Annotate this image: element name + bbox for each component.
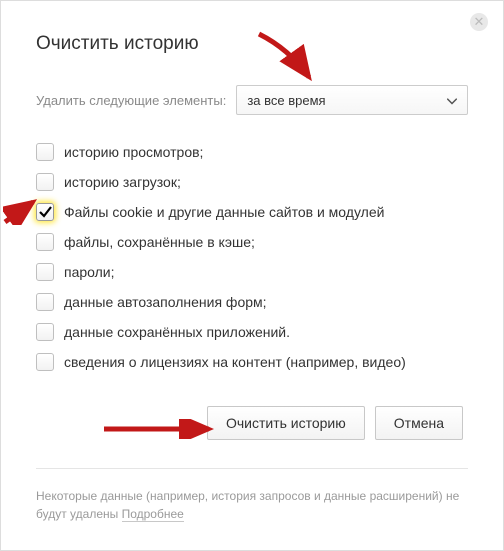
checkbox[interactable] — [36, 323, 54, 341]
checkbox[interactable] — [36, 293, 54, 311]
option-label: историю загрузок; — [64, 174, 181, 190]
clear-history-dialog: ✕ Очистить историю Удалить следующие эле… — [1, 1, 503, 543]
option-row[interactable]: данные автозаполнения форм; — [36, 293, 468, 311]
option-label: сведения о лицензиях на контент (наприме… — [64, 354, 406, 370]
option-row[interactable]: Файлы cookie и другие данные сайтов и мо… — [36, 203, 468, 221]
option-row[interactable]: данные сохранённых приложений. — [36, 323, 468, 341]
option-row[interactable]: сведения о лицензиях на контент (наприме… — [36, 353, 468, 371]
dialog-title: Очистить историю — [36, 33, 468, 55]
option-label: данные сохранённых приложений. — [64, 324, 290, 340]
option-row[interactable]: историю загрузок; — [36, 173, 468, 191]
time-range-label: Удалить следующие элементы: — [36, 93, 226, 108]
footer-note: Некоторые данные (например, история запр… — [36, 468, 468, 523]
time-range-value: за все время — [247, 93, 325, 108]
option-row[interactable]: историю просмотров; — [36, 143, 468, 161]
close-button[interactable]: ✕ — [470, 13, 488, 31]
checkbox[interactable] — [36, 263, 54, 281]
footer-more-link[interactable]: Подробнее — [122, 507, 184, 522]
checkbox[interactable] — [36, 353, 54, 371]
button-row: Очистить историю Отмена — [36, 406, 468, 440]
checkbox[interactable] — [36, 173, 54, 191]
option-label: данные автозаполнения форм; — [64, 294, 267, 310]
clear-history-button[interactable]: Очистить историю — [207, 406, 365, 440]
cancel-button-label: Отмена — [394, 415, 444, 431]
option-row[interactable]: пароли; — [36, 263, 468, 281]
option-label: историю просмотров; — [64, 144, 203, 160]
options-list: историю просмотров; историю загрузок; Файл… — [36, 143, 468, 371]
time-range-select[interactable]: за все время — [236, 85, 468, 115]
cancel-button[interactable]: Отмена — [375, 406, 463, 440]
option-label: пароли; — [64, 264, 115, 280]
checkbox[interactable] — [36, 143, 54, 161]
option-row[interactable]: файлы, сохранённые в кэше; — [36, 233, 468, 251]
chevron-down-icon — [447, 93, 457, 108]
option-label: Файлы cookie и другие данные сайтов и мо… — [64, 204, 384, 220]
time-range-row: Удалить следующие элементы: за все время — [36, 85, 468, 115]
footer-text: Некоторые данные (например, история запр… — [36, 489, 459, 521]
close-icon: ✕ — [474, 14, 485, 29]
checkbox[interactable] — [36, 203, 54, 221]
check-icon — [38, 205, 52, 219]
checkbox[interactable] — [36, 233, 54, 251]
clear-history-button-label: Очистить историю — [226, 415, 346, 431]
option-label: файлы, сохранённые в кэше; — [64, 234, 255, 250]
